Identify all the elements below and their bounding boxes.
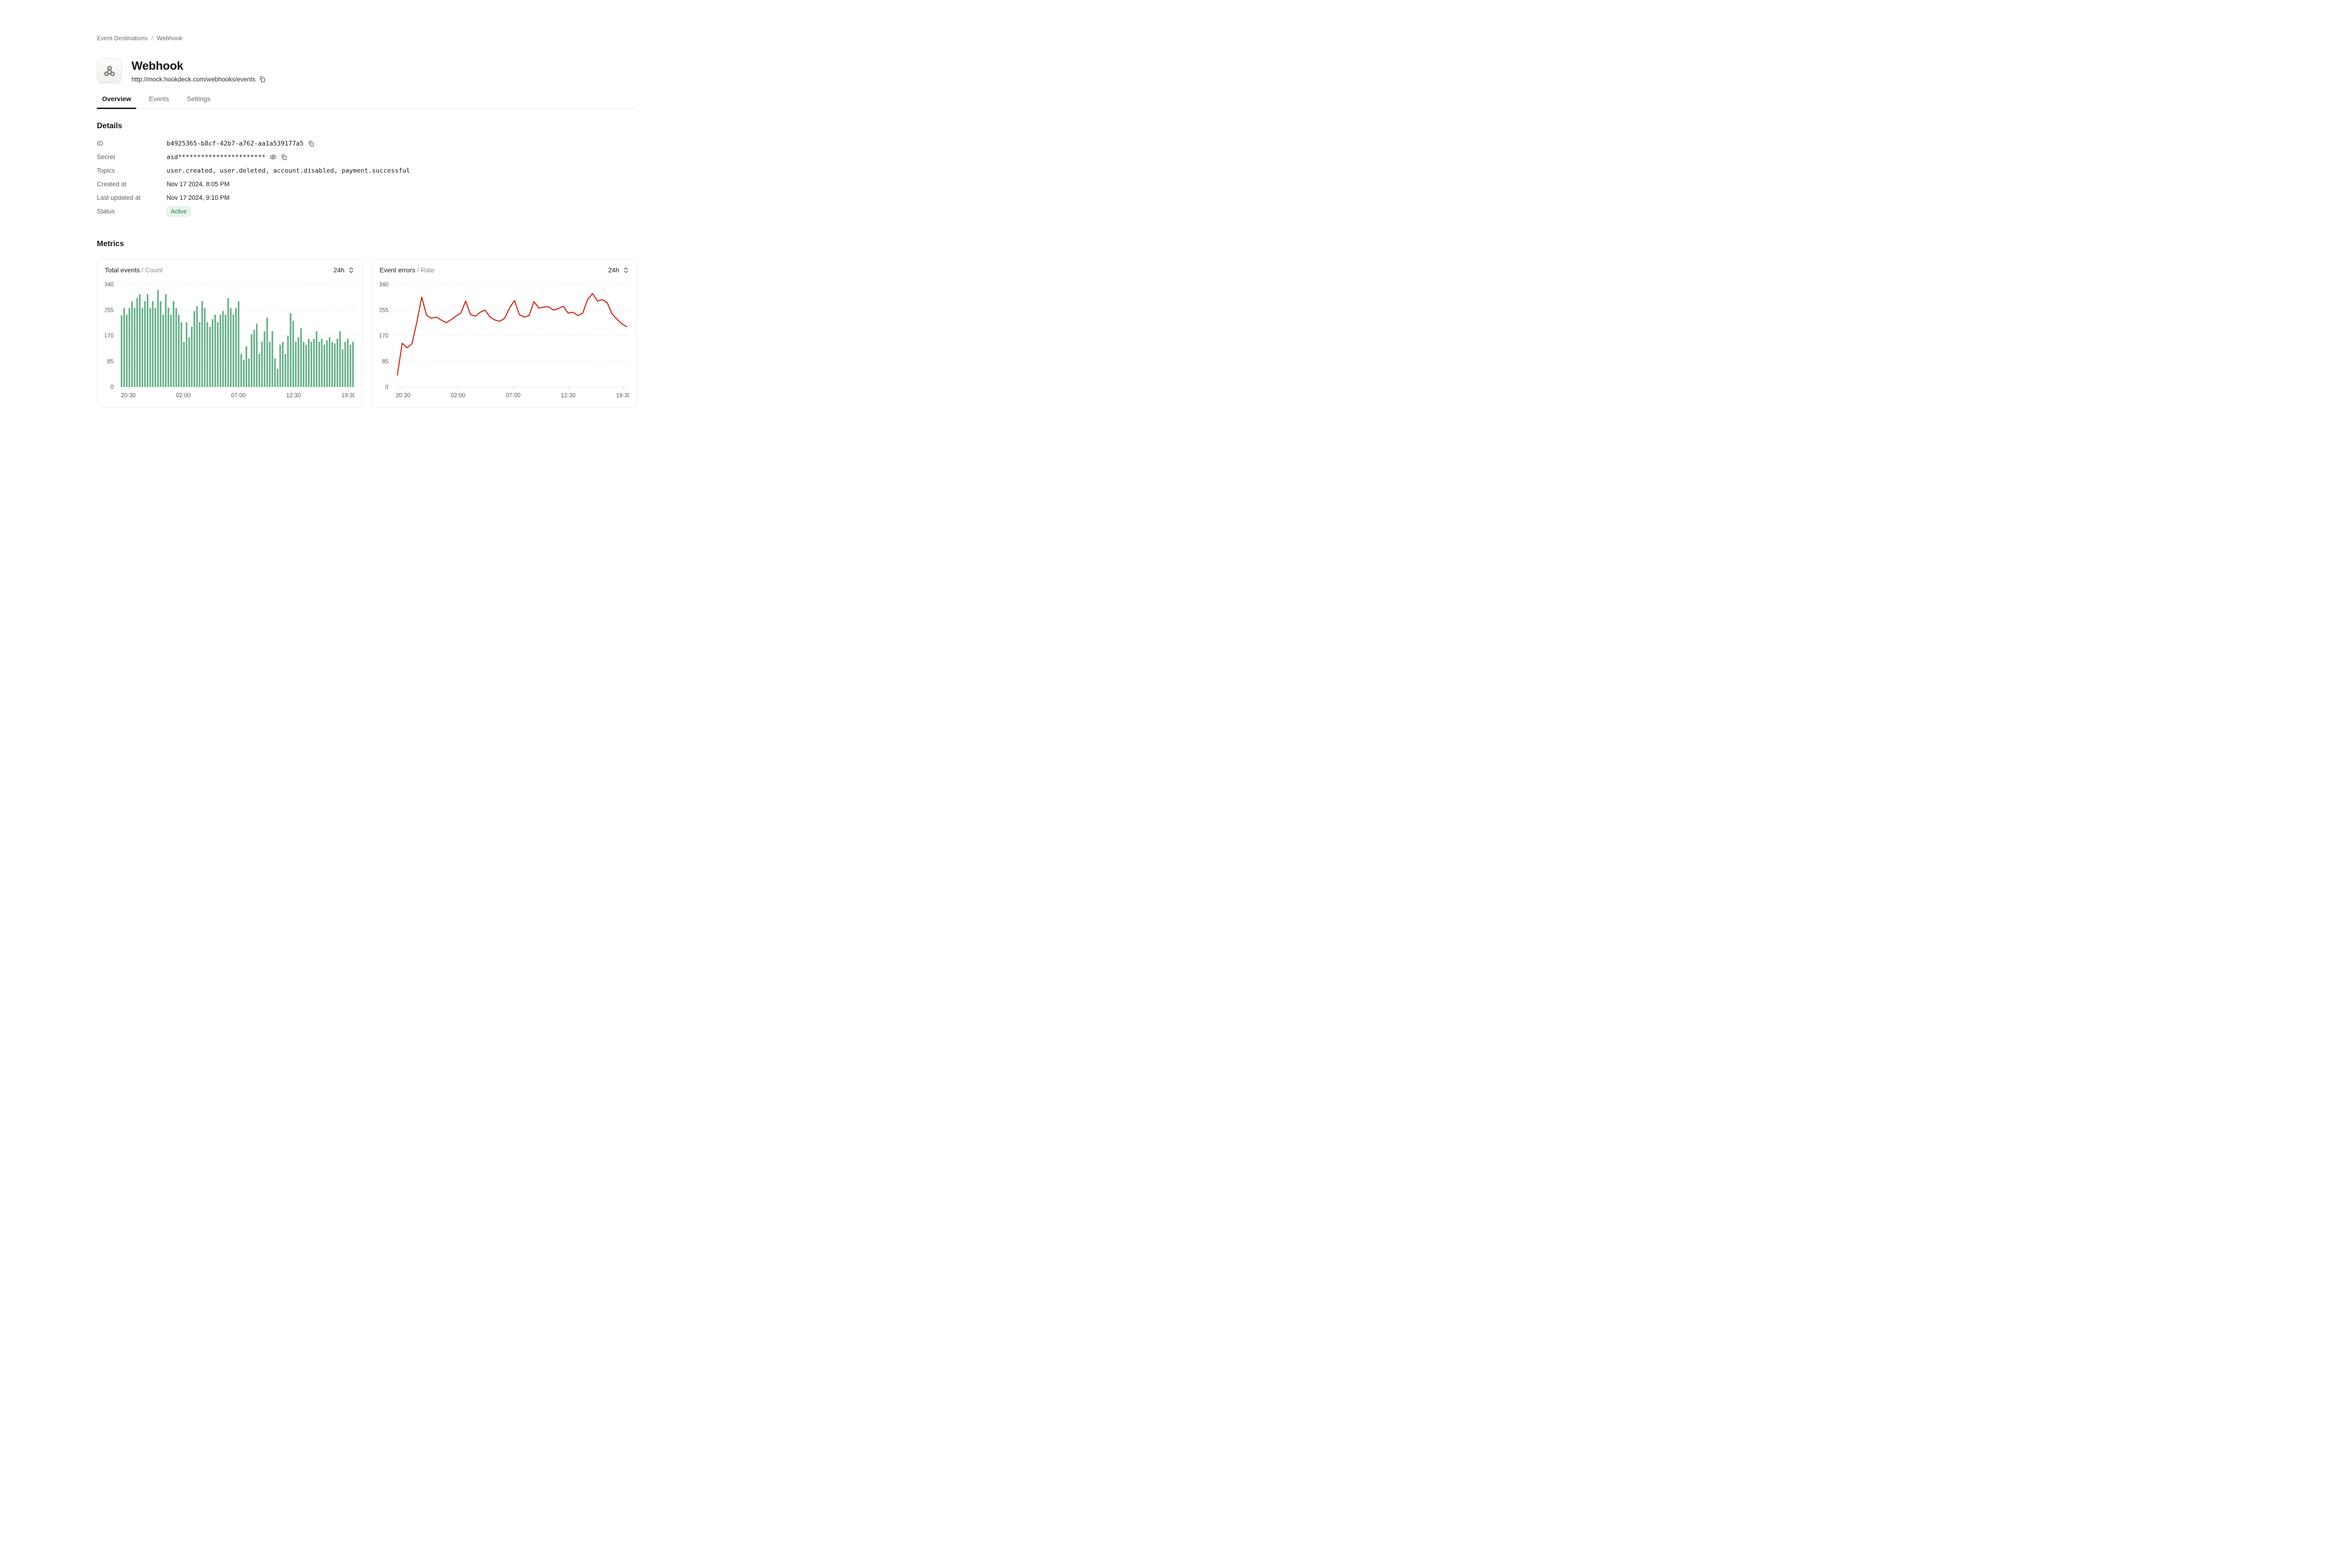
svg-text:12:30: 12:30 xyxy=(286,392,301,399)
svg-text:20:30: 20:30 xyxy=(121,392,135,399)
secret-value: asd*********************** xyxy=(167,153,265,161)
breadcrumb-separator: / xyxy=(151,35,153,42)
detail-row-secret: Secret asd*********************** xyxy=(97,150,637,164)
card-title-separator: / xyxy=(142,266,144,274)
metrics-heading: Metrics xyxy=(97,240,637,248)
metrics-section: Metrics Total events / Count 24h xyxy=(97,240,637,436)
svg-text:85: 85 xyxy=(382,358,388,365)
main-content: Event Destinations / Webhook Webhook htt… xyxy=(97,0,637,436)
detail-value-created-at: Nov 17 2024, 8:05 PM xyxy=(167,181,229,188)
details-heading: Details xyxy=(97,122,637,131)
chevron-updown-icon xyxy=(348,267,354,274)
copy-secret-button[interactable] xyxy=(281,154,287,160)
svg-text:0: 0 xyxy=(110,384,114,390)
svg-text:20:30: 20:30 xyxy=(395,392,410,399)
details-rows: ID b4925365-b8cf-42b7-a762-aa1a539177a5 … xyxy=(97,137,637,218)
detail-value-secret: asd*********************** xyxy=(167,153,287,161)
tab-bar: Overview Events Settings xyxy=(97,95,637,109)
card-title-main: Total events xyxy=(105,266,140,274)
status-badge: Active xyxy=(167,206,191,217)
card-title-subtitle: Count xyxy=(145,266,162,274)
detail-row-id: ID b4925365-b8cf-42b7-a762-aa1a539177a5 xyxy=(97,137,637,150)
copy-icon xyxy=(259,76,266,83)
svg-text:19:30: 19:30 xyxy=(341,392,355,399)
svg-text:170: 170 xyxy=(105,333,114,339)
svg-text:02:00: 02:00 xyxy=(176,392,190,399)
svg-text:12:30: 12:30 xyxy=(561,392,576,399)
svg-text:255: 255 xyxy=(380,307,388,314)
detail-label: Status xyxy=(97,208,167,215)
card-header: Event errors / Rate 24h xyxy=(380,266,629,274)
copy-icon xyxy=(281,154,287,160)
tab-overview[interactable]: Overview xyxy=(97,95,136,109)
webhook-url: http://mock.hookdeck.com/webhooks/events xyxy=(132,76,256,83)
tab-events[interactable]: Events xyxy=(144,95,174,109)
range-selector-total-events[interactable]: 24h xyxy=(334,266,354,274)
webhook-icon xyxy=(97,58,122,83)
svg-text:0: 0 xyxy=(385,384,388,390)
page-title: Webhook xyxy=(132,59,266,73)
detail-row-topics: Topics user.created, user.deleted, accou… xyxy=(97,164,637,177)
svg-text:340: 340 xyxy=(380,281,388,288)
svg-text:07:00: 07:00 xyxy=(506,392,520,399)
detail-row-created-at: Created at Nov 17 2024, 8:05 PM xyxy=(97,177,637,191)
card-title-separator: / xyxy=(417,266,419,274)
event-errors-chart: 0 85 170 255 340 20:30 02:00 07:00 12:30 19:30 xyxy=(380,280,629,401)
tab-settings[interactable]: Settings xyxy=(182,95,216,109)
range-selector-event-errors[interactable]: 24h xyxy=(608,266,629,274)
id-value: b4925365-b8cf-42b7-a762-aa1a539177a5 xyxy=(167,140,304,147)
detail-label: Secret xyxy=(97,153,167,160)
detail-row-status: Status Active xyxy=(97,204,637,218)
detail-label: Last updated at xyxy=(97,194,167,201)
svg-text:07:00: 07:00 xyxy=(231,392,246,399)
detail-value-topics: user.created, user.deleted, account.disa… xyxy=(167,167,410,175)
details-section: Details ID b4925365-b8cf-42b7-a762-aa1a5… xyxy=(97,122,637,218)
svg-text:170: 170 xyxy=(380,333,388,339)
breadcrumb: Event Destinations / Webhook xyxy=(97,35,637,42)
total-events-chart: 0 85 170 255 340 20:30 02:00 07:00 12:30 19:30 xyxy=(105,280,354,401)
detail-label: ID xyxy=(97,140,167,147)
detail-value-status: Active xyxy=(167,206,191,217)
card-title: Event errors / Rate xyxy=(380,266,435,274)
chevron-updown-icon xyxy=(623,267,629,274)
url-row: http://mock.hookdeck.com/webhooks/events xyxy=(132,76,266,83)
breadcrumb-event-destinations[interactable]: Event Destinations xyxy=(97,35,147,42)
svg-text:85: 85 xyxy=(107,358,114,365)
eye-icon xyxy=(270,153,277,160)
copy-icon xyxy=(308,140,314,147)
svg-text:255: 255 xyxy=(105,307,114,314)
detail-value-last-updated: Nov 17 2024, 9:10 PM xyxy=(167,194,229,201)
title-block: Webhook http://mock.hookdeck.com/webhook… xyxy=(132,59,266,83)
total-events-card: Total events / Count 24h 0 85 170 255 340 20:… xyxy=(97,259,362,408)
detail-value-id: b4925365-b8cf-42b7-a762-aa1a539177a5 xyxy=(167,140,314,147)
card-header: Total events / Count 24h xyxy=(105,266,354,274)
metric-cards: Total events / Count 24h 0 85 170 255 340 20:… xyxy=(97,259,637,408)
detail-row-last-updated: Last updated at Nov 17 2024, 9:10 PM xyxy=(97,191,637,204)
card-title-main: Event errors xyxy=(380,266,415,274)
card-title: Total events / Count xyxy=(105,266,163,274)
page-header: Webhook http://mock.hookdeck.com/webhook… xyxy=(97,58,637,83)
breadcrumb-webhook[interactable]: Webhook xyxy=(157,35,183,42)
copy-url-button[interactable] xyxy=(259,76,266,83)
svg-text:340: 340 xyxy=(105,281,114,288)
card-title-subtitle: Rate xyxy=(421,266,435,274)
reveal-secret-button[interactable] xyxy=(270,153,277,160)
svg-text:19:30: 19:30 xyxy=(616,392,629,399)
copy-id-button[interactable] xyxy=(308,140,314,147)
event-errors-card: Event errors / Rate 24h 0 85 170 255 340 20:3… xyxy=(372,259,637,408)
range-label: 24h xyxy=(334,266,344,274)
detail-label: Topics xyxy=(97,167,167,174)
range-label: 24h xyxy=(608,266,619,274)
detail-label: Created at xyxy=(97,181,167,188)
svg-text:02:00: 02:00 xyxy=(451,392,465,399)
